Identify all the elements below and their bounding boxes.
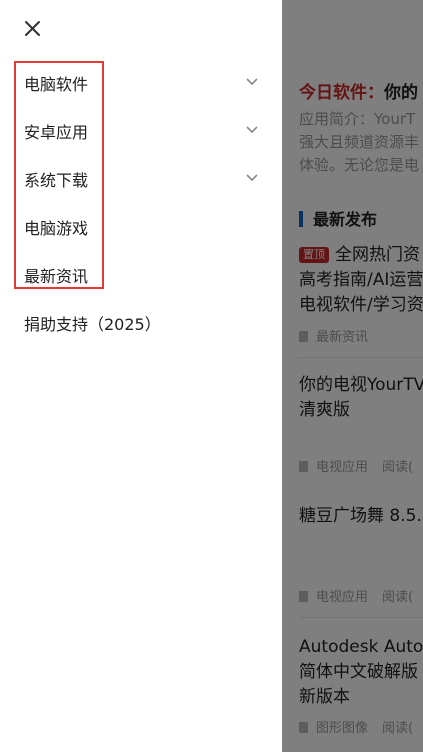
menu-item-android-apps[interactable]: 安卓应用	[0, 106, 282, 154]
menu-item-label: 最新资讯	[24, 267, 89, 286]
menu-item-label: 系统下载	[24, 171, 89, 190]
drawer-menu: 电脑软件 安卓应用 系统下载 电脑游戏 最新资讯 捐助支持（2025）	[0, 58, 282, 346]
menu-item-label: 电脑游戏	[24, 219, 89, 238]
menu-item-label: 安卓应用	[24, 123, 89, 142]
menu-item-latest-news[interactable]: 最新资讯	[0, 250, 282, 298]
menu-item-donate[interactable]: 捐助支持（2025）	[0, 298, 282, 346]
menu-item-pc-software[interactable]: 电脑软件	[0, 58, 282, 106]
menu-item-label: 捐助支持（2025）	[24, 315, 161, 334]
nav-drawer: 电脑软件 安卓应用 系统下载 电脑游戏 最新资讯 捐助支持（2025）	[0, 0, 282, 752]
chevron-down-icon[interactable]	[244, 76, 260, 88]
chevron-down-icon[interactable]	[244, 124, 260, 136]
menu-item-label: 电脑软件	[24, 75, 89, 94]
close-icon[interactable]	[20, 16, 46, 42]
chevron-down-icon[interactable]	[244, 172, 260, 184]
menu-item-pc-games[interactable]: 电脑游戏	[0, 202, 282, 250]
menu-item-system-download[interactable]: 系统下载	[0, 154, 282, 202]
